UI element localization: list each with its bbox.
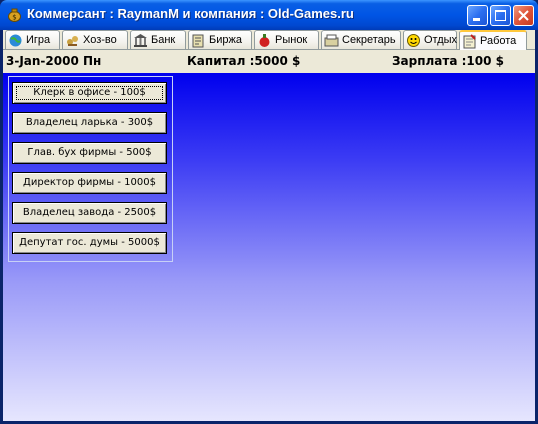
- money-bag-icon[interactable]: $: [7, 7, 22, 22]
- job-button-company-director[interactable]: Директор фирмы - 1000$: [12, 172, 167, 194]
- title-bar[interactable]: $ Коммерсант : RaymanM и компания : Old-…: [0, 0, 538, 30]
- work-icon: [462, 33, 477, 49]
- job-button-duma-deputy[interactable]: Депутат гос. думы - 5000$: [12, 232, 167, 254]
- smiley-icon: [406, 33, 421, 48]
- minimize-button[interactable]: [467, 5, 488, 26]
- tab-label: Биржа: [209, 34, 242, 46]
- market-icon: [257, 33, 272, 48]
- app-window: $ Коммерсант : RaymanM и компания : Old-…: [0, 0, 538, 424]
- salary-value: Зарплата :100 $: [392, 54, 504, 68]
- status-bar: 3-Jan-2000 Пн Капитал :5000 $ Зарплата :…: [3, 50, 535, 72]
- tab-label: Отдых: [424, 34, 458, 46]
- maximize-button[interactable]: [490, 5, 511, 26]
- tab-game[interactable]: Игра: [5, 30, 60, 49]
- globe-icon: [8, 33, 23, 48]
- job-button-chief-accountant[interactable]: Глав. бух фирмы - 500$: [12, 142, 167, 164]
- tab-work[interactable]: Работа: [459, 30, 527, 50]
- tab-rest[interactable]: Отдых: [403, 30, 457, 49]
- tab-label: Работа: [480, 35, 517, 47]
- farm-icon: [65, 33, 80, 48]
- job-button-kiosk-owner[interactable]: Владелец ларька - 300$: [12, 112, 167, 134]
- svg-text:$: $: [12, 14, 16, 22]
- window-title: Коммерсант : RaymanM и компания : Old-Ga…: [27, 6, 354, 21]
- current-date: 3-Jan-2000 Пн: [6, 54, 102, 68]
- tab-market[interactable]: Рынок: [254, 30, 319, 49]
- job-button-clerk[interactable]: Клерк в офисе - 100$: [12, 82, 167, 104]
- close-icon: [518, 10, 529, 21]
- jobs-group: Клерк в офисе - 100$ Владелец ларька - 3…: [8, 76, 173, 262]
- tab-secretary[interactable]: Секретарь: [321, 30, 401, 49]
- secretary-icon: [324, 33, 339, 48]
- tab-household[interactable]: Хоз-во: [62, 30, 128, 49]
- bank-icon: [133, 33, 148, 48]
- tab-bank[interactable]: Банк: [130, 30, 186, 49]
- tab-label: Рынок: [275, 34, 308, 46]
- work-panel: Клерк в офисе - 100$ Владелец ларька - 3…: [3, 73, 535, 421]
- maximize-icon: [495, 10, 506, 21]
- exchange-icon: [191, 33, 206, 48]
- tab-label: Хоз-во: [83, 34, 117, 46]
- capital-value: Капитал :5000 $: [187, 54, 301, 68]
- tab-label: Банк: [151, 34, 176, 46]
- close-button[interactable]: [513, 5, 534, 26]
- tab-label: Секретарь: [342, 34, 396, 46]
- minimize-icon: [473, 18, 480, 21]
- tab-exchange[interactable]: Биржа: [188, 30, 252, 49]
- tab-bar: Игра Хоз-во Банк Биржа Рынок Секретарь О…: [3, 30, 535, 50]
- job-button-factory-owner[interactable]: Владелец завода - 2500$: [12, 202, 167, 224]
- client-area: Игра Хоз-во Банк Биржа Рынок Секретарь О…: [3, 30, 535, 421]
- tab-label: Игра: [26, 34, 51, 46]
